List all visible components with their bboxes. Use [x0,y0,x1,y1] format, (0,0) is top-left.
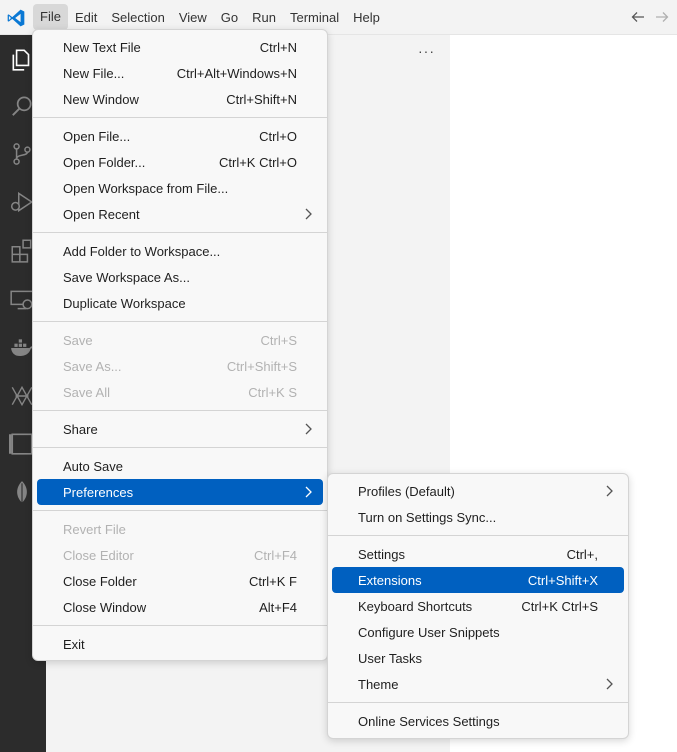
menu-item-label: Auto Save [63,458,123,474]
file-menu-item-open-file[interactable]: Open File... Ctrl+O [37,123,323,149]
menu-separator [33,410,327,411]
menu-separator [33,447,327,448]
menu-item-label: Turn on Settings Sync... [358,509,497,525]
file-menu-item-revert-file: Revert File [37,516,323,542]
menu-item-label: Settings [358,546,405,562]
keyboard-shortcut: Ctrl+K F [248,573,297,589]
menu-item-label: Open Workspace from File... [63,180,229,196]
menu-separator [33,232,327,233]
menu-item-label: Save Workspace As... [63,269,190,285]
more-actions-icon[interactable]: ··· [418,43,435,59]
menu-separator [328,702,628,703]
keyboard-shortcut: Ctrl+N [259,39,297,55]
preferences-menu-item-theme[interactable]: Theme [332,671,624,697]
menu-item-label: Close Folder [63,573,137,589]
preferences-menu-item-settings[interactable]: Settings Ctrl+, [332,541,624,567]
menu-item-label: New Window [63,91,139,107]
preferences-menu-item-extensions[interactable]: Extensions Ctrl+Shift+X [332,567,624,593]
keyboard-shortcut: Ctrl+Shift+S [226,358,297,374]
menu-item-label: Extensions [358,572,422,588]
menu-separator [328,535,628,536]
file-menu-item-save-workspace-as[interactable]: Save Workspace As... [37,264,323,290]
keyboard-shortcut: Ctrl+S [260,332,297,348]
menu-item-label: Configure User Snippets [358,624,500,640]
file-menu-item-add-folder-to-workspace[interactable]: Add Folder to Workspace... [37,238,323,264]
menu-item-label: Close Window [63,599,147,615]
file-menu-item-save-as: Save As... Ctrl+Shift+S [37,353,323,379]
menu-item-label: User Tasks [358,650,423,666]
menu-separator [33,117,327,118]
file-menu-item-close-window[interactable]: Close Window Alt+F4 [37,594,323,620]
keyboard-shortcut: Ctrl+Alt+Windows+N [176,65,297,81]
preferences-menu-item-configure-user-snippets[interactable]: Configure User Snippets [332,619,624,645]
file-menu-item-close-editor: Close Editor Ctrl+F4 [37,542,323,568]
menu-item-label: Profiles (Default) [358,483,455,499]
chevron-right-icon [606,678,613,690]
menu-item-label: Open Recent [63,206,140,222]
preferences-submenu: Profiles (Default) Turn on Settings Sync.… [327,473,629,739]
file-menu-item-save: Save Ctrl+S [37,327,323,353]
menu-item-label: New File... [63,65,125,81]
chevron-right-icon [606,485,613,497]
menu-item-label: Theme [358,676,399,692]
file-menu-item-preferences[interactable]: Preferences [37,479,323,505]
menu-item-label: Online Services Settings [358,713,500,729]
menu-separator [33,625,327,626]
arrow-left-icon[interactable] [630,9,646,25]
preferences-menu-item-profiles-default[interactable]: Profiles (Default) [332,478,624,504]
menu-item-label: Add Folder to Workspace... [63,243,221,259]
menu-file[interactable]: File [33,4,68,30]
keyboard-shortcut: Ctrl+Shift+X [527,572,598,588]
menu-item-label: Preferences [63,484,134,500]
chevron-right-icon [305,423,312,435]
file-menu-item-new-text-file[interactable]: New Text File Ctrl+N [37,34,323,60]
keyboard-shortcut: Ctrl+Shift+N [226,91,297,107]
file-menu-item-open-recent[interactable]: Open Recent [37,201,323,227]
file-menu-item-duplicate-workspace[interactable]: Duplicate Workspace [37,290,323,316]
keyboard-shortcut: Ctrl+F4 [254,547,297,563]
file-menu-item-share[interactable]: Share [37,416,323,442]
menu-help[interactable]: Help [346,0,387,35]
preferences-menu-item-keyboard-shortcuts[interactable]: Keyboard Shortcuts Ctrl+K Ctrl+S [332,593,624,619]
arrow-right-icon[interactable] [654,9,670,25]
file-menu-item-open-workspace-from-file[interactable]: Open Workspace from File... [37,175,323,201]
file-menu-item-new-file[interactable]: New File... Ctrl+Alt+Windows+N [37,60,323,86]
menu-item-label: Open File... [63,128,131,144]
menu-item-label: Share [63,421,98,437]
file-menu-item-exit[interactable]: Exit [37,631,323,657]
menu-separator [33,321,327,322]
chevron-right-icon [305,486,312,498]
file-menu-item-new-window[interactable]: New Window Ctrl+Shift+N [37,86,323,112]
keyboard-shortcut: Ctrl+K Ctrl+O [218,154,297,170]
vscode-logo-icon[interactable] [6,8,26,28]
chevron-right-icon [305,208,312,220]
menu-item-label: Revert File [63,521,126,537]
menu-item-label: Save [63,332,93,348]
menu-item-label: Save All [63,384,110,400]
file-menu-item-open-folder[interactable]: Open Folder... Ctrl+K Ctrl+O [37,149,323,175]
preferences-menu-item-user-tasks[interactable]: User Tasks [332,645,624,671]
file-menu-item-auto-save[interactable]: Auto Save [37,453,323,479]
menu-item-label: New Text File [63,39,141,55]
menu-item-label: Duplicate Workspace [63,295,186,311]
menu-item-label: Close Editor [63,547,134,563]
menu-item-label: Open Folder... [63,154,146,170]
preferences-menu-item-online-services-settings[interactable]: Online Services Settings [332,708,624,734]
menu-separator [33,510,327,511]
menu-item-label: Save As... [63,358,122,374]
menu-item-label: Keyboard Shortcuts [358,598,473,614]
keyboard-shortcut: Ctrl+K S [248,384,297,400]
file-menu: New Text File Ctrl+N New File... Ctrl+Alt+W… [32,29,328,661]
file-menu-item-close-folder[interactable]: Close Folder Ctrl+K F [37,568,323,594]
keyboard-shortcut: Ctrl+, [566,546,598,562]
keyboard-shortcut: Ctrl+O [259,128,297,144]
keyboard-shortcut: Alt+F4 [259,599,297,615]
keyboard-shortcut: Ctrl+K Ctrl+S [521,598,598,614]
menu-item-label: Exit [63,636,85,652]
file-menu-item-save-all: Save All Ctrl+K S [37,379,323,405]
preferences-menu-item-turn-on-settings-sync[interactable]: Turn on Settings Sync... [332,504,624,530]
